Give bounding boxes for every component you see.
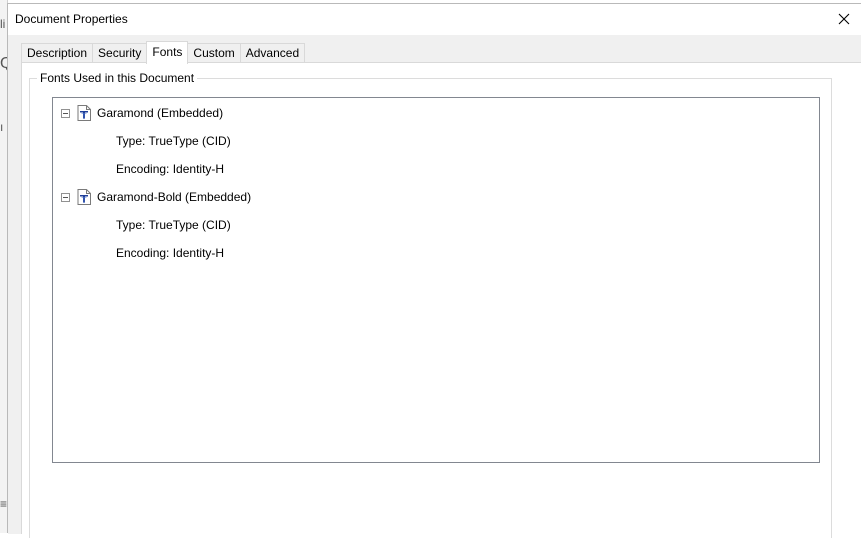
font-encoding: Encoding: Identity-H <box>116 162 225 176</box>
title-bar[interactable]: Document Properties <box>8 4 861 35</box>
tab-advanced[interactable]: Advanced <box>239 43 306 63</box>
font-name: Garamond-Bold (Embedded) <box>97 190 252 204</box>
group-legend: Fonts Used in this Document <box>37 71 198 85</box>
tab-strip: Description Security Fonts Custom Advanc… <box>21 41 306 64</box>
document-properties-dialog: Document Properties Description Security… <box>7 3 861 538</box>
fonts-tree-view[interactable]: Garamond (Embedded) Type: TrueType (CID)… <box>52 97 820 463</box>
dialog-title: Document Properties <box>15 12 128 26</box>
font-name: Garamond (Embedded) <box>97 106 224 120</box>
close-icon <box>838 13 850 25</box>
font-type: Type: TrueType (CID) <box>116 218 231 232</box>
truetype-font-icon <box>77 189 91 205</box>
fonts-group-box: Fonts Used in this Document Garamond (Em… <box>29 71 832 538</box>
background-menu-icon: ≡ <box>0 497 8 511</box>
tree-item-font[interactable]: Garamond (Embedded) <box>53 104 819 122</box>
tree-collapse-icon[interactable] <box>61 193 70 202</box>
background-fragment: ı <box>0 120 4 134</box>
truetype-font-icon <box>77 105 91 121</box>
fonts-tab-panel: Fonts Used in this Document Garamond (Em… <box>21 62 861 538</box>
font-encoding: Encoding: Identity-H <box>116 246 225 260</box>
tab-security[interactable]: Security <box>92 43 147 63</box>
tree-collapse-icon[interactable] <box>61 109 70 118</box>
tree-item-font[interactable]: Garamond-Bold (Embedded) <box>53 188 819 206</box>
tab-fonts[interactable]: Fonts <box>146 41 189 64</box>
tab-description[interactable]: Description <box>21 43 93 63</box>
tab-custom[interactable]: Custom <box>188 43 240 63</box>
font-type: Type: TrueType (CID) <box>116 134 231 148</box>
close-button[interactable] <box>831 6 857 32</box>
dialog-body: Description Security Fonts Custom Advanc… <box>8 35 861 538</box>
background-fragment: li <box>0 17 6 31</box>
